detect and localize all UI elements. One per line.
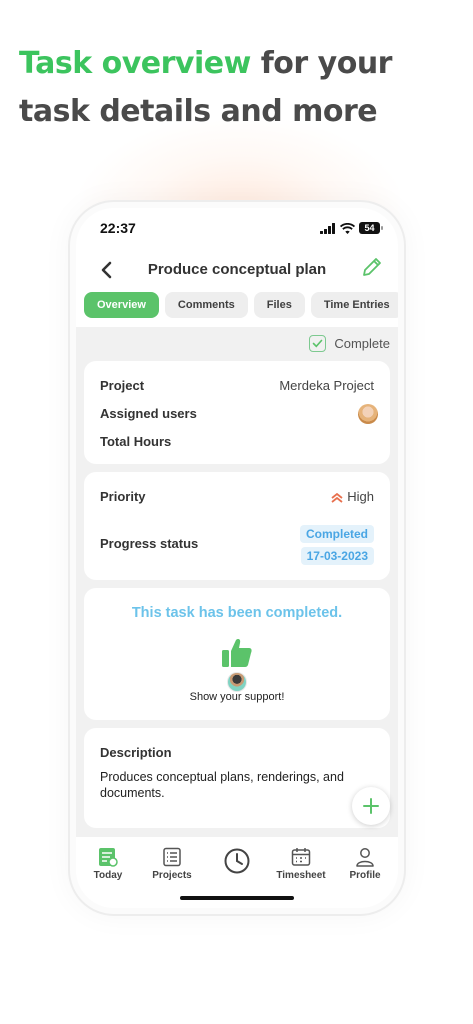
headline-line2: task details and more <box>19 94 378 129</box>
assigned-users-label: Assigned users <box>100 406 197 421</box>
bottom-nav-timer[interactable] <box>205 847 269 875</box>
tab-files[interactable]: Files <box>253 292 305 318</box>
signal-icon <box>320 222 335 234</box>
complete-checkbox[interactable] <box>309 335 327 352</box>
description-text: Produces conceptual plans, renderings, a… <box>100 770 344 800</box>
battery-icon: 54 <box>359 222 383 234</box>
wifi-icon <box>340 222 355 234</box>
phone-screen: 22:37 54 Produce conceptual plan Overvie… <box>76 208 398 908</box>
tab-time-entries[interactable]: Time Entries <box>310 292 398 318</box>
edit-pencil-icon[interactable] <box>360 255 384 279</box>
plus-icon <box>363 798 379 814</box>
status-card: Priority High Progress status Completed … <box>84 472 390 580</box>
complete-toggle[interactable]: Complete <box>309 335 390 352</box>
progress-status-badge: Completed <box>299 525 374 543</box>
details-card: Project Merdeka Project Assigned users T… <box>84 361 390 464</box>
bottom-nav-projects[interactable]: Projects <box>140 847 204 881</box>
bottom-nav-today[interactable]: Today <box>76 847 140 881</box>
assigned-user-avatar[interactable] <box>358 404 378 424</box>
home-indicator[interactable] <box>180 896 294 900</box>
today-icon <box>99 848 118 867</box>
status-icons: 54 <box>320 222 383 234</box>
tab-comments[interactable]: Comments <box>164 292 248 318</box>
bottom-nav-profile-label: Profile <box>349 870 381 881</box>
add-fab-button[interactable] <box>352 787 390 825</box>
calendar-icon <box>291 848 311 866</box>
bottom-nav-profile[interactable]: Profile <box>333 847 397 881</box>
clock-icon <box>224 848 250 874</box>
overview-content: Complete Project Merdeka Project Assigne… <box>76 327 398 837</box>
total-hours-label: Total Hours <box>100 434 172 449</box>
completion-card: This task has been completed. Show your … <box>84 588 390 720</box>
promo-headline: Task overview for your task details and … <box>19 40 459 136</box>
profile-icon <box>356 848 374 867</box>
status-time: 22:37 <box>100 220 136 236</box>
progress-status-label: Progress status <box>100 536 199 551</box>
bottom-nav-timesheet-label: Timesheet <box>276 870 326 881</box>
headline-accent: Task overview <box>19 46 251 81</box>
bottom-nav-timesheet[interactable]: Timesheet <box>269 847 333 881</box>
complete-label: Complete <box>334 336 390 351</box>
headline-line1-rest: for your <box>250 46 393 81</box>
projects-icon <box>163 847 181 867</box>
priority-high-icon <box>331 492 343 503</box>
supporter-avatar <box>227 672 247 692</box>
completion-date-badge: 17-03-2023 <box>300 547 374 565</box>
priority-value-wrap: High <box>331 489 374 504</box>
bottom-nav-today-label: Today <box>93 870 123 881</box>
priority-value: High <box>347 489 374 504</box>
status-bar: 22:37 54 <box>76 208 398 252</box>
tab-overview[interactable]: Overview <box>84 292 159 318</box>
project-label: Project <box>100 378 145 393</box>
bottom-nav-projects-label: Projects <box>152 870 192 881</box>
completed-message: This task has been completed. <box>131 605 343 621</box>
page-title: Produce conceptual plan <box>147 261 327 278</box>
thumbs-up-icon[interactable] <box>221 637 253 669</box>
nav-bar: Produce conceptual plan <box>76 252 398 290</box>
checkmark-icon <box>313 339 323 348</box>
description-card: Description Produces conceptual plans, r… <box>84 728 390 828</box>
support-text: Show your support! <box>189 691 285 703</box>
tab-bar: Overview Comments Files Time Entries <box>84 292 398 320</box>
project-value: Merdeka Project <box>279 378 374 393</box>
priority-label: Priority <box>100 489 146 504</box>
description-title: Description <box>100 745 172 760</box>
